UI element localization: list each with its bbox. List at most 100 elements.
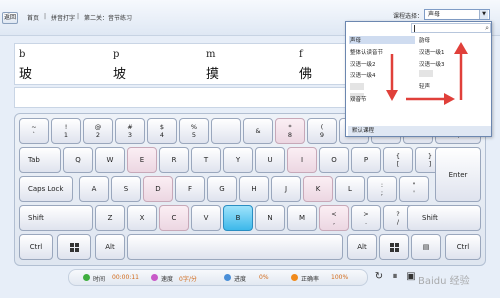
key-q[interactable]: Q xyxy=(63,147,93,173)
restart-icon[interactable]: ↻ xyxy=(372,270,386,284)
time-label: 时间 xyxy=(93,276,106,283)
key-period[interactable]: >. xyxy=(351,205,381,231)
key-enter[interactable]: Enter xyxy=(435,147,481,202)
key-f[interactable]: F xyxy=(175,176,205,202)
key-left-ctrl[interactable]: Ctrl xyxy=(19,234,53,260)
breadcrumb-separator: | xyxy=(44,13,47,20)
key-right-ctrl[interactable]: Ctrl xyxy=(445,234,481,260)
menu-icon: ▤ xyxy=(422,243,430,251)
key-c[interactable]: C xyxy=(159,205,189,231)
key-comma[interactable]: <, xyxy=(319,205,349,231)
key-o[interactable]: O xyxy=(319,147,349,173)
dropdown-item-level1-1[interactable]: 汉语一级1 xyxy=(419,48,445,56)
dropdown-item-zhengti[interactable]: 整体认读音节 xyxy=(350,48,383,56)
key-j[interactable]: J xyxy=(271,176,301,202)
accuracy-icon xyxy=(291,274,298,281)
key-9[interactable]: (9 xyxy=(307,118,337,144)
key-x[interactable]: X xyxy=(127,205,157,231)
dropdown-item-yunmu[interactable]: 韵母 xyxy=(419,36,430,44)
key-left-windows[interactable] xyxy=(57,234,91,260)
key-l[interactable]: L xyxy=(335,176,365,202)
course-select-label: 课程选择： xyxy=(393,13,424,20)
dropdown-item-qingsheng[interactable]: 轻声 xyxy=(419,82,430,90)
key-7[interactable]: & xyxy=(243,118,273,144)
dropdown-item-level1-4[interactable]: 汉语一级4 xyxy=(350,71,376,79)
key-quote[interactable]: " ' xyxy=(399,176,429,202)
breadcrumb-home[interactable]: 首页 xyxy=(27,13,39,22)
key-1[interactable]: ! 1 xyxy=(51,118,81,144)
key-open-bracket[interactable]: {[ xyxy=(383,147,413,173)
time-value: 00:00:11 xyxy=(112,274,139,281)
accuracy-label: 正确率 xyxy=(301,276,320,283)
key-t[interactable]: T xyxy=(191,147,221,173)
key-m[interactable]: M xyxy=(287,205,317,231)
windows-icon xyxy=(389,242,399,252)
search-icon[interactable]: ⌕ xyxy=(485,24,489,33)
progress-icon xyxy=(224,274,231,281)
breadcrumb-current-level: 第二关：音节练习 xyxy=(84,15,133,22)
key-left-shift[interactable]: Shift xyxy=(19,205,93,231)
key-space[interactable] xyxy=(127,234,343,260)
blurred-item xyxy=(419,70,433,77)
settings-icon[interactable]: ▣ xyxy=(404,270,418,284)
key-s[interactable]: S xyxy=(111,176,141,202)
pinyin-char: b xyxy=(19,49,26,60)
key-e[interactable]: E xyxy=(127,147,157,173)
key-b-highlighted[interactable]: B xyxy=(223,205,253,231)
key-3[interactable]: #3 xyxy=(115,118,145,144)
key-8[interactable]: * 8 xyxy=(275,118,305,144)
key-v[interactable]: V xyxy=(191,205,221,231)
key-a[interactable]: A xyxy=(79,176,109,202)
pinyin-char: p xyxy=(113,49,120,60)
red-arrow-right-annotation xyxy=(406,93,455,105)
key-d[interactable]: D xyxy=(143,176,173,202)
key-tab[interactable]: Tab xyxy=(19,147,61,173)
key-4[interactable]: $4 xyxy=(147,118,177,144)
status-bar: 时间 00:00:11 速度 0字/分 进度 0% 正确率 100% xyxy=(68,269,368,286)
key-g[interactable]: G xyxy=(207,176,237,202)
key-h[interactable]: H xyxy=(239,176,269,202)
key-left-alt[interactable]: Alt xyxy=(95,234,125,260)
red-arrow-up-annotation xyxy=(454,42,468,100)
speed-icon xyxy=(151,274,158,281)
key-i[interactable]: I xyxy=(287,147,317,173)
back-button[interactable]: 返回 xyxy=(2,12,18,24)
key-menu[interactable]: ▤ xyxy=(411,234,441,260)
dropdown-item-level1-2[interactable]: 汉语一级2 xyxy=(350,60,376,68)
key-right-windows[interactable] xyxy=(379,234,409,260)
key-r[interactable]: R xyxy=(159,147,189,173)
dropdown-item-shuangyinjie[interactable]: 双音节 xyxy=(350,95,367,103)
clock-icon xyxy=(83,274,90,281)
progress-value: 0% xyxy=(259,274,269,281)
hanzi-char: 坡 xyxy=(113,67,127,82)
red-arrow-down-annotation xyxy=(386,54,398,101)
key-u[interactable]: U xyxy=(255,147,285,173)
breadcrumb-pinyin-typing[interactable]: 拼音打字 xyxy=(51,13,75,22)
key-right-shift[interactable]: Shift xyxy=(407,205,481,231)
key-k[interactable]: K xyxy=(303,176,333,202)
chevron-down-icon[interactable]: ▼ xyxy=(479,10,488,19)
key-w[interactable]: W xyxy=(95,147,125,173)
pause-icon[interactable]: ⏸ xyxy=(388,270,402,284)
hanzi-char: 摸 xyxy=(206,67,220,82)
course-select[interactable]: 声母 ▼ xyxy=(424,9,490,20)
key-tilde[interactable]: ~ ` xyxy=(19,118,49,144)
key-z[interactable]: Z xyxy=(95,205,125,231)
dropdown-default-course[interactable]: 默认课程 xyxy=(348,126,491,136)
key-p[interactable]: P xyxy=(351,147,381,173)
key-blank[interactable] xyxy=(211,118,241,144)
pinyin-char: m xyxy=(206,49,216,60)
dropdown-item-shengmu[interactable]: 声母 xyxy=(349,36,415,44)
pinyin-char: f xyxy=(299,49,303,60)
dropdown-search-input[interactable]: ⌕ xyxy=(411,23,491,33)
key-n[interactable]: N xyxy=(255,205,285,231)
key-2[interactable]: @2 xyxy=(83,118,113,144)
key-5[interactable]: % 5 xyxy=(179,118,209,144)
windows-icon xyxy=(69,242,79,252)
key-semicolon[interactable]: :; xyxy=(367,176,397,202)
dropdown-item-level1-3[interactable]: 汉语一级3 xyxy=(419,60,445,68)
key-right-alt[interactable]: Alt xyxy=(347,234,377,260)
speed-value: 0字/分 xyxy=(179,276,197,283)
key-caps-lock[interactable]: Caps Lock xyxy=(19,176,73,202)
key-y[interactable]: Y xyxy=(223,147,253,173)
